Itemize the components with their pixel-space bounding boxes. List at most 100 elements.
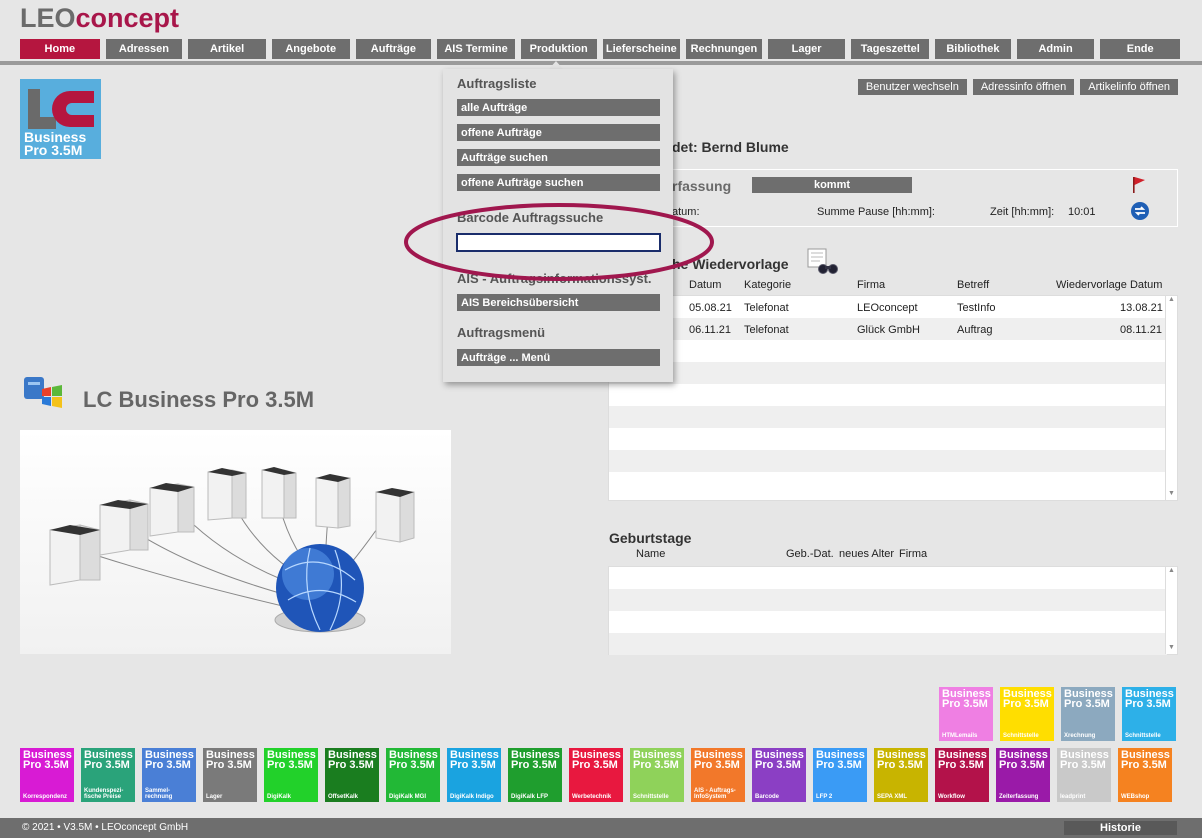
nav-artikel[interactable]: Artikel <box>188 39 266 59</box>
nav-adressen[interactable]: Adressen <box>105 39 183 59</box>
adressinfo-button[interactable]: Adressinfo öffnen <box>972 79 1075 95</box>
tile-title: Business Pro 3.5M <box>755 750 804 771</box>
dd-ais-bereichsuebersicht[interactable]: AIS Bereichsübersicht <box>457 294 660 311</box>
tile-caption: Lager <box>206 794 223 800</box>
dd-auftraege-menue[interactable]: Aufträge ... Menü <box>457 349 660 366</box>
cell-firma: Glück GmbH <box>857 324 920 336</box>
binoculars-icon[interactable] <box>806 248 838 276</box>
artikelinfo-button[interactable]: Artikelinfo öffnen <box>1080 79 1178 95</box>
cell-betreff: Auftrag <box>957 324 993 336</box>
cell-firma: LEOconcept <box>857 302 918 314</box>
badge-text: Business Pro 3.5M <box>24 130 86 157</box>
tile-title: Business Pro 3.5M <box>816 750 865 771</box>
wiedervorlage-list[interactable]: 05.08.21 Telefonat LEOconcept TestInfo 1… <box>608 295 1178 501</box>
dd-auftraege-suchen[interactable]: Aufträge suchen <box>457 149 660 166</box>
footer: © 2021 • V3.5M • LEOconcept GmbH Histori… <box>0 818 1202 838</box>
nav-lieferscheine[interactable]: Lieferscheine <box>602 39 681 59</box>
module-tile[interactable]: Business Pro 3.5M Schnittstelle <box>1000 687 1054 741</box>
nav-angebote[interactable]: Angebote <box>271 39 350 59</box>
nav-produktion[interactable]: Produktion <box>520 39 597 59</box>
module-tile[interactable]: Business Pro 3.5M Zeiterfassung <box>996 748 1050 802</box>
tile-title: Business Pro 3.5M <box>328 750 377 771</box>
tile-title: Business Pro 3.5M <box>23 750 72 771</box>
module-tile[interactable]: Business Pro 3.5M Korrespondenz <box>20 748 74 802</box>
module-tile[interactable]: Business Pro 3.5M leadprint <box>1057 748 1111 802</box>
dd-offene-auftraege[interactable]: offene Aufträge <box>457 124 660 141</box>
scroll-up-icon[interactable]: ▲ <box>1166 567 1177 577</box>
module-tile[interactable]: Business Pro 3.5M Xrechnung <box>1061 687 1115 741</box>
tile-title: Business Pro 3.5M <box>84 750 133 771</box>
flag-icon[interactable] <box>1130 175 1148 195</box>
tile-caption: Schnittstelle <box>1125 733 1161 739</box>
module-tile[interactable]: Business Pro 3.5M AIS - Auftrags-InfoSyste… <box>691 748 745 802</box>
module-tile[interactable]: Business Pro 3.5M LFP 2 <box>813 748 867 802</box>
module-tile[interactable]: Business Pro 3.5M Workflow <box>935 748 989 802</box>
tile-title: Business Pro 3.5M <box>942 689 991 710</box>
module-tile[interactable]: Business Pro 3.5M Schnittstelle <box>1122 687 1176 741</box>
tile-line2: Pro 3.5M <box>267 759 313 771</box>
refresh-icon[interactable] <box>1130 201 1150 221</box>
nav-bibliothek[interactable]: Bibliothek <box>935 39 1011 59</box>
col-firma: Firma <box>899 548 928 560</box>
scroll-down-icon[interactable]: ▼ <box>1166 490 1177 500</box>
col-neues-alter: neues Alter <box>839 548 895 560</box>
tile-line2: Pro 3.5M <box>389 759 435 771</box>
geburtstage-list[interactable]: ▲ ▼ <box>608 566 1178 655</box>
nav-rechnungen[interactable]: Rechnungen <box>686 39 762 59</box>
tile-caption: AIS - Auftrags-InfoSystem <box>694 788 736 800</box>
tile-title: Business Pro 3.5M <box>572 750 621 771</box>
cell-datum: 05.08.21 <box>689 302 732 314</box>
nav-ende[interactable]: Ende <box>1100 39 1180 59</box>
main-nav: Home Adressen Artikel Angebote Aufträge … <box>20 39 1180 59</box>
module-tile[interactable]: Business Pro 3.5M OffsetKalk <box>325 748 379 802</box>
table-row <box>609 362 1167 384</box>
tile-line2: Pro 3.5M <box>23 759 69 771</box>
table-row[interactable]: 05.08.21 Telefonat LEOconcept TestInfo 1… <box>609 296 1167 318</box>
cell-kategorie: Telefonat <box>744 302 789 314</box>
table-row <box>609 567 1167 589</box>
benutzer-wechseln-button[interactable]: Benutzer wechseln <box>857 79 967 95</box>
nav-tageszettel[interactable]: Tageszettel <box>851 39 930 59</box>
tile-line2: Pro 3.5M <box>694 759 740 771</box>
table-row <box>609 450 1167 472</box>
tile-caption: Workflow <box>938 794 965 800</box>
module-tile[interactable]: Business Pro 3.5M DigiKalk <box>264 748 318 802</box>
tile-caption: Werbetechnik <box>572 794 612 800</box>
module-tile[interactable]: Business Pro 3.5M Kundenspezi-fische Preis… <box>81 748 135 802</box>
nav-lager[interactable]: Lager <box>767 39 846 59</box>
module-tile[interactable]: Business Pro 3.5M Schnittstelle <box>630 748 684 802</box>
module-tile[interactable]: Business Pro 3.5M Werbetechnik <box>569 748 623 802</box>
col-betreff: Betreff <box>957 279 990 291</box>
table-row[interactable]: 06.11.21 Telefonat Glück GmbH Auftrag 08… <box>609 318 1167 340</box>
nav-auftraege[interactable]: Aufträge <box>355 39 432 59</box>
nav-admin[interactable]: Admin <box>1016 39 1095 59</box>
module-tile[interactable]: Business Pro 3.5M DigiKalk MGI <box>386 748 440 802</box>
tile-line2: Pro 3.5M <box>328 759 374 771</box>
kommt-button[interactable]: kommt <box>752 177 912 193</box>
zeit-label: Zeit [hh:mm]: <box>990 206 1055 218</box>
cell-kategorie: Telefonat <box>744 324 789 336</box>
tile-title: Business Pro 3.5M <box>938 750 987 771</box>
cell-wv-datum: 08.11.21 <box>1120 324 1163 336</box>
dd-offene-auftraege-suchen[interactable]: offene Aufträge suchen <box>457 174 660 191</box>
module-tile[interactable]: Business Pro 3.5M DigiKalk Indigo <box>447 748 501 802</box>
module-tile[interactable]: Business Pro 3.5M Sammel-rechnung <box>142 748 196 802</box>
scroll-up-icon[interactable]: ▲ <box>1166 296 1177 306</box>
module-tile[interactable]: Business Pro 3.5M HTMLemails <box>939 687 993 741</box>
nav-home[interactable]: Home <box>20 39 100 59</box>
tile-caption: leadprint <box>1060 794 1086 800</box>
tile-line2: Pro 3.5M <box>511 759 557 771</box>
module-tile[interactable]: Business Pro 3.5M DigiKalk LFP <box>508 748 562 802</box>
geburtstage-scrollbar[interactable]: ▲ ▼ <box>1165 567 1177 654</box>
module-tile[interactable]: Business Pro 3.5M SEPA XML <box>874 748 928 802</box>
wiedervorlage-scrollbar[interactable]: ▲ ▼ <box>1165 296 1177 500</box>
module-tile[interactable]: Business Pro 3.5M Barcode <box>752 748 806 802</box>
module-tile[interactable]: Business Pro 3.5M Lager <box>203 748 257 802</box>
nav-ais-termine[interactable]: AIS Termine <box>437 39 515 59</box>
tile-line2: Pro 3.5M <box>1121 759 1167 771</box>
historie-button[interactable]: Historie <box>1064 821 1177 835</box>
scroll-down-icon[interactable]: ▼ <box>1166 644 1177 654</box>
module-tile[interactable]: Business Pro 3.5M WEBshop <box>1118 748 1172 802</box>
app-logo: LEOconcept <box>20 3 179 34</box>
dd-alle-auftraege[interactable]: alle Aufträge <box>457 99 660 116</box>
